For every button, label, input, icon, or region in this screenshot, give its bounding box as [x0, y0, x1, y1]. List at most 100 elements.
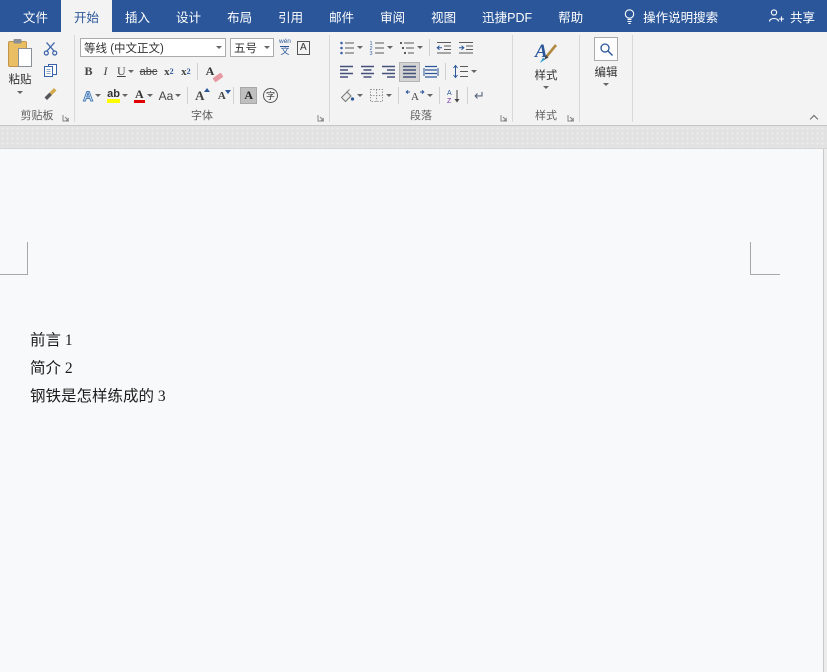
align-right-icon: [381, 65, 396, 79]
editing-caret: [603, 83, 609, 86]
strikethrough-button[interactable]: abc: [137, 62, 161, 82]
align-left-icon: [339, 65, 354, 79]
grow-font-letter: A: [195, 88, 204, 104]
clipboard-dialog-launcher[interactable]: [61, 113, 71, 123]
line-spacing-button[interactable]: [449, 62, 480, 82]
enclose-characters-button[interactable]: 字: [260, 86, 281, 106]
font-size-combobox[interactable]: 五号: [230, 38, 274, 57]
decrease-indent-button[interactable]: [433, 38, 455, 58]
bold-button[interactable]: B: [80, 62, 97, 82]
underline-caret: [128, 70, 134, 73]
copy-icon: [43, 63, 58, 78]
text-effects-caret: [95, 94, 101, 97]
text-highlight-button[interactable]: ab: [104, 86, 131, 106]
tab-file[interactable]: 文件: [10, 0, 61, 32]
line-spacing-caret: [471, 70, 477, 73]
styles-button[interactable]: A 样式: [532, 35, 560, 89]
styles-dialog-launcher[interactable]: [566, 113, 576, 123]
document-line[interactable]: 简介 2: [30, 355, 166, 383]
text-effects-letter: A: [83, 88, 93, 104]
phonetic-guide-button[interactable]: wén 文: [279, 39, 291, 56]
group-editing: 编辑: [580, 32, 632, 125]
decrease-indent-icon: [436, 40, 452, 56]
styles-button-label: 样式: [535, 67, 558, 83]
grow-font-button[interactable]: A: [191, 86, 208, 106]
bullets-icon: [339, 40, 355, 56]
group-styles: A 样式 样式: [513, 32, 579, 125]
font-size-caret: [264, 46, 270, 49]
document-body-text[interactable]: 前言 1 简介 2 钢铁是怎样练成的 3: [30, 327, 166, 411]
share-button[interactable]: 共享: [756, 0, 827, 32]
tab-home[interactable]: 开始: [61, 0, 112, 32]
shrink-font-button[interactable]: A: [213, 86, 230, 106]
vertical-scrollbar[interactable]: [823, 149, 827, 672]
tab-pdf[interactable]: 迅捷PDF: [469, 0, 545, 32]
editing-button-label: 编辑: [595, 64, 618, 80]
show-hide-marks-button[interactable]: ↵: [471, 86, 488, 106]
editing-button[interactable]: 编辑: [594, 35, 618, 86]
tab-view[interactable]: 视图: [418, 0, 469, 32]
font-color-caret: [147, 94, 153, 97]
character-border-button[interactable]: A: [297, 41, 310, 55]
superscript-button[interactable]: x2: [177, 62, 194, 82]
paste-clipboard-icon: [7, 38, 34, 69]
tab-mailings[interactable]: 邮件: [316, 0, 367, 32]
character-shading-button[interactable]: A: [237, 86, 260, 106]
enclose-character-glyph: 字: [263, 88, 278, 103]
borders-grid-icon: [369, 88, 384, 103]
font-color-button[interactable]: A: [131, 86, 156, 106]
word-window: 文件 开始 插入 设计 布局 引用 邮件 审阅 视图 迅捷PDF 帮助 操作说明…: [0, 0, 827, 672]
tab-insert[interactable]: 插入: [112, 0, 163, 32]
multilevel-list-icon: [399, 40, 415, 56]
tab-layout[interactable]: 布局: [214, 0, 265, 32]
clear-formatting-button[interactable]: A: [201, 62, 218, 82]
font-name-combobox[interactable]: 等线 (中文正文): [80, 38, 226, 57]
underline-button[interactable]: U: [114, 62, 137, 82]
tab-help[interactable]: 帮助: [545, 0, 596, 32]
font-dialog-launcher[interactable]: [316, 113, 326, 123]
paragraph-row-separator: [398, 87, 399, 104]
borders-button[interactable]: [366, 86, 395, 106]
sort-button[interactable]: AZ: [443, 86, 464, 106]
group-paragraph: 123: [330, 32, 512, 125]
line-spacing-icon: [452, 64, 469, 79]
highlight-caret: [122, 94, 128, 97]
cut-button[interactable]: [40, 40, 61, 57]
tab-review[interactable]: 审阅: [367, 0, 418, 32]
italic-button[interactable]: I: [97, 62, 114, 82]
margin-cropmark-left: [0, 242, 28, 275]
phonetic-bottom-text: 文: [280, 46, 289, 56]
numbering-button[interactable]: 123: [366, 38, 396, 58]
asian-layout-icon: A: [405, 88, 425, 103]
change-case-button[interactable]: Aa: [156, 86, 185, 106]
copy-button[interactable]: [40, 62, 61, 79]
shading-button[interactable]: [336, 86, 366, 106]
tab-references[interactable]: 引用: [265, 0, 316, 32]
text-effects-button[interactable]: A: [80, 86, 104, 106]
subscript-button[interactable]: x2: [160, 62, 177, 82]
font-group-label: 字体: [75, 110, 329, 124]
justify-button[interactable]: [399, 62, 420, 82]
paragraph-dialog-launcher[interactable]: [499, 113, 509, 123]
document-page[interactable]: 前言 1 简介 2 钢铁是怎样练成的 3: [0, 149, 827, 672]
distributed-button[interactable]: [420, 62, 442, 82]
align-right-button[interactable]: [378, 62, 399, 82]
document-line[interactable]: 钢铁是怎样练成的 3: [30, 383, 166, 411]
document-line[interactable]: 前言 1: [30, 327, 166, 355]
search-icon-box: [594, 37, 618, 61]
asian-layout-button[interactable]: A: [402, 86, 436, 106]
align-left-button[interactable]: [336, 62, 357, 82]
format-painter-button[interactable]: [40, 84, 61, 101]
tab-design[interactable]: 设计: [163, 0, 214, 32]
increase-indent-button[interactable]: [455, 38, 477, 58]
paste-dropdown-caret: [17, 91, 23, 94]
ribbon-empty-area: [633, 32, 827, 125]
align-center-button[interactable]: [357, 62, 378, 82]
collapse-ribbon-button[interactable]: [811, 113, 819, 121]
align-center-icon: [360, 65, 375, 79]
tabbar-spacer: [724, 0, 756, 32]
bullets-button[interactable]: [336, 38, 366, 58]
multilevel-list-button[interactable]: [396, 38, 426, 58]
tell-me-search[interactable]: 操作说明搜索: [616, 0, 724, 32]
paragraph-row-separator: [445, 63, 446, 80]
